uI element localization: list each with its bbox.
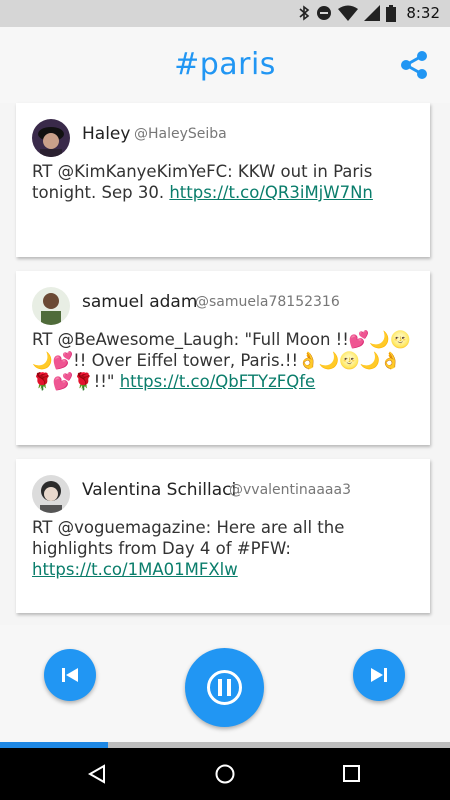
bluetooth-icon (299, 5, 310, 21)
tweet-card[interactable]: Haley @HaleySeiba RT @KimKanyeKimYeFC: K… (16, 103, 430, 257)
app-bar: #paris (0, 27, 450, 103)
battery-icon (386, 4, 397, 22)
pause-icon (207, 670, 242, 705)
page-title: #paris (174, 47, 276, 82)
playback-controls (0, 625, 450, 742)
do-not-disturb-icon (317, 6, 332, 20)
tweet-author-name: Valentina Schillaci (82, 480, 237, 500)
tweet-author-handle: @HaleySeiba (134, 126, 227, 142)
status-time: 8:32 (406, 4, 440, 22)
tweet-text: RT @KimKanyeKimYeFC: KKW out in Paris to… (32, 161, 418, 203)
status-bar: 8:32 (0, 0, 450, 27)
home-icon[interactable] (214, 763, 236, 785)
next-button[interactable] (353, 649, 405, 701)
tweet-author-handle: @samuela78152316 (195, 294, 340, 310)
wifi-icon (338, 5, 359, 21)
previous-button[interactable] (44, 649, 96, 701)
tweet-feed[interactable]: Haley @HaleySeiba RT @KimKanyeKimYeFC: K… (0, 103, 450, 625)
tweet-card[interactable]: Valentina Schillaci @vvalentinaaaa3 RT @… (16, 459, 430, 613)
recents-icon[interactable] (342, 764, 362, 784)
tweet-link[interactable]: https://t.co/1MA01MFXlw (32, 560, 238, 579)
tweet-link[interactable]: https://t.co/QbFTYzFQfe (120, 372, 316, 391)
back-icon[interactable] (86, 763, 108, 785)
tweet-text: RT @BeAwesome_Laugh: "Full Moon !!💕🌙🌝🌙💕!… (32, 329, 418, 392)
signal-icon (364, 5, 381, 21)
tweet-text: RT @voguemagazine: Here are all the high… (32, 517, 418, 580)
share-button[interactable] (398, 49, 430, 81)
pause-button[interactable] (185, 648, 264, 727)
tweet-author-handle: @vvalentinaaaa3 (229, 482, 352, 498)
tweet-card[interactable]: samuel adam @samuela78152316 RT @BeAweso… (16, 271, 430, 445)
skip-next-icon (371, 668, 387, 682)
avatar (32, 287, 70, 325)
tweet-author-name: Haley (82, 124, 131, 144)
avatar (32, 119, 70, 157)
tweet-author-name: samuel adam (82, 292, 198, 312)
share-icon (401, 51, 427, 79)
skip-previous-icon (62, 668, 78, 682)
tweet-text-body: RT @voguemagazine: Here are all the high… (32, 518, 345, 558)
navigation-bar (0, 748, 450, 800)
avatar (32, 475, 70, 513)
tweet-link[interactable]: https://t.co/QR3iMjW7Nn (169, 183, 373, 202)
